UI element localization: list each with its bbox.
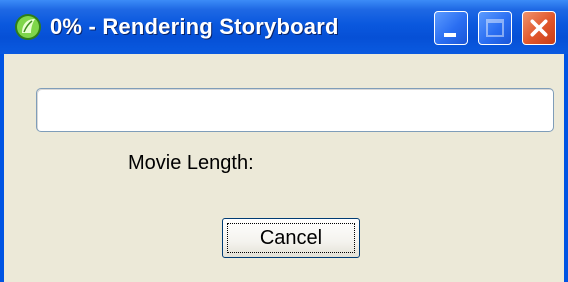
render-progress-bar xyxy=(36,88,554,132)
maximize-button[interactable] xyxy=(478,11,512,45)
dialog-client-area: Movie Length: Cancel xyxy=(4,54,564,282)
minimize-icon xyxy=(444,33,456,37)
close-button[interactable] xyxy=(522,11,556,45)
title-bar[interactable]: 0% - Rendering Storyboard xyxy=(0,0,568,54)
cancel-button[interactable]: Cancel xyxy=(222,218,360,258)
cancel-button-label: Cancel xyxy=(259,227,323,249)
minimize-button[interactable] xyxy=(434,11,468,45)
maximize-icon xyxy=(486,19,504,37)
window-title: 0% - Rendering Storyboard xyxy=(50,14,339,39)
render-dialog-window: 0% - Rendering Storyboard Movie Length: … xyxy=(0,0,568,282)
app-leaf-icon xyxy=(15,14,41,40)
movie-length-label: Movie Length: xyxy=(128,152,254,174)
close-icon xyxy=(530,19,548,37)
